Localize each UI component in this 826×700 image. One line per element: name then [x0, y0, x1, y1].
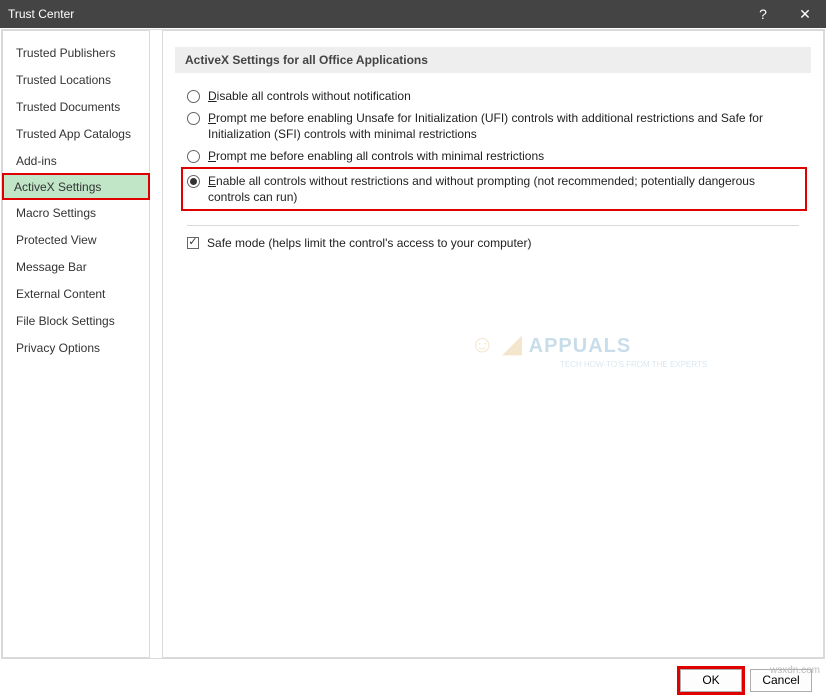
sidebar-item-label: Add-ins: [16, 154, 57, 168]
sidebar-item-label: Macro Settings: [16, 206, 96, 220]
close-button[interactable]: ✕: [784, 0, 826, 28]
ok-button[interactable]: OK: [680, 669, 742, 692]
client-area: Trusted Publishers Trusted Locations Tru…: [1, 29, 825, 659]
radio-prompt-minimal[interactable]: Prompt me before enabling all controls w…: [187, 145, 799, 167]
content-inner: ActiveX Settings for all Office Applicat…: [162, 30, 824, 658]
radio-icon: [187, 175, 200, 188]
sidebar-item-trusted-app-catalogs[interactable]: Trusted App Catalogs: [3, 120, 149, 147]
radio-icon: [187, 112, 200, 125]
sidebar-item-label: Trusted Publishers: [16, 46, 116, 60]
sidebar-item-label: Trusted Locations: [16, 73, 111, 87]
checkbox-label: Safe mode (helps limit the control's acc…: [207, 236, 531, 250]
sidebar-item-label: File Block Settings: [16, 314, 115, 328]
sidebar-item-file-block-settings[interactable]: File Block Settings: [3, 307, 149, 334]
close-icon: ✕: [799, 6, 811, 23]
sidebar-item-trusted-documents[interactable]: Trusted Documents: [3, 93, 149, 120]
sidebar: Trusted Publishers Trusted Locations Tru…: [2, 30, 150, 658]
cancel-button-label: Cancel: [762, 673, 799, 687]
radio-disable-all[interactable]: Disable all controls without notificatio…: [187, 85, 799, 107]
sidebar-item-label: Privacy Options: [16, 341, 100, 355]
radio-label: Enable all controls without restrictions…: [208, 173, 799, 205]
sidebar-item-label: Protected View: [16, 233, 97, 247]
checkbox-icon: [187, 237, 199, 249]
sidebar-item-privacy-options[interactable]: Privacy Options: [3, 334, 149, 361]
radio-label: Prompt me before enabling Unsafe for Ini…: [208, 110, 799, 142]
radio-label: Prompt me before enabling all controls w…: [208, 148, 544, 164]
watermark-brand: APPUALS: [470, 330, 631, 359]
ok-button-label: OK: [702, 673, 719, 687]
sidebar-item-activex-settings[interactable]: ActiveX Settings: [2, 173, 150, 200]
window-title: Trust Center: [8, 7, 742, 21]
titlebar: Trust Center ? ✕: [0, 0, 826, 28]
help-icon: ?: [759, 6, 767, 22]
checkbox-safe-mode[interactable]: Safe mode (helps limit the control's acc…: [187, 236, 799, 250]
sidebar-item-label: Trusted App Catalogs: [16, 127, 131, 141]
sidebar-item-protected-view[interactable]: Protected View: [3, 226, 149, 253]
sidebar-item-trusted-locations[interactable]: Trusted Locations: [3, 66, 149, 93]
sidebar-item-macro-settings[interactable]: Macro Settings: [3, 199, 149, 226]
radio-icon: [187, 90, 200, 103]
radio-enable-all[interactable]: Enable all controls without restrictions…: [181, 167, 807, 211]
radio-prompt-ufi-sfi[interactable]: Prompt me before enabling Unsafe for Ini…: [187, 107, 799, 145]
content-pane: ActiveX Settings for all Office Applicat…: [150, 30, 824, 658]
button-bar: OK Cancel: [0, 660, 826, 700]
sidebar-item-add-ins[interactable]: Add-ins: [3, 147, 149, 174]
sidebar-item-label: External Content: [16, 287, 105, 301]
radio-label: Disable all controls without notificatio…: [208, 88, 411, 104]
divider: [187, 225, 799, 226]
sidebar-item-label: ActiveX Settings: [14, 180, 101, 194]
sidebar-item-label: Message Bar: [16, 260, 87, 274]
section-header: ActiveX Settings for all Office Applicat…: [175, 47, 811, 73]
radio-icon: [187, 150, 200, 163]
section-header-label: ActiveX Settings for all Office Applicat…: [185, 53, 428, 67]
sidebar-item-message-bar[interactable]: Message Bar: [3, 253, 149, 280]
activex-radio-group: Disable all controls without notificatio…: [187, 85, 799, 211]
sidebar-item-label: Trusted Documents: [16, 100, 120, 114]
sidebar-item-external-content[interactable]: External Content: [3, 280, 149, 307]
help-button[interactable]: ?: [742, 0, 784, 28]
sidebar-item-trusted-publishers[interactable]: Trusted Publishers: [3, 39, 149, 66]
cancel-button[interactable]: Cancel: [750, 669, 812, 692]
watermark-tag: TECH HOW-TO'S FROM THE EXPERTS: [560, 360, 707, 369]
